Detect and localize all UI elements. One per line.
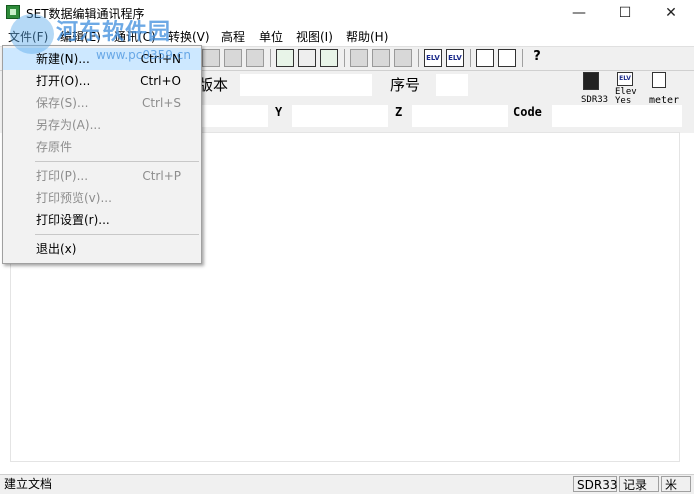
toolbar-separator xyxy=(270,49,271,67)
serial-field[interactable] xyxy=(436,74,468,96)
menu-item-label: 打印设置(r)... xyxy=(36,213,110,227)
elv-n-icon[interactable]: ELV xyxy=(446,49,464,67)
status-unit: 米 xyxy=(661,476,691,492)
menu-item-exit[interactable]: 退出(x) xyxy=(3,238,201,260)
y-field[interactable] xyxy=(292,105,388,127)
file-menu-dropdown: 新建(N)... Ctrl+N 打开(O)... Ctrl+O 保存(S)...… xyxy=(2,45,202,264)
menu-help[interactable]: 帮助(H) xyxy=(346,28,388,45)
grid-icon[interactable] xyxy=(350,49,368,67)
version-field[interactable] xyxy=(240,74,372,96)
menu-item-shortcut: Ctrl+P xyxy=(142,169,181,183)
meter-icon[interactable] xyxy=(476,49,494,67)
menu-convert[interactable]: 转换(V) xyxy=(168,28,210,45)
menu-separator xyxy=(35,234,199,235)
serial-label: 序号 xyxy=(390,76,421,94)
toolbar-separator xyxy=(470,49,471,67)
sdr-caption: SDR33 xyxy=(581,95,609,105)
menu-item-print-preview[interactable]: 打印预览(v)... xyxy=(3,187,201,209)
calc-icon[interactable] xyxy=(394,49,412,67)
close-button[interactable]: ✕ xyxy=(648,0,694,26)
menu-view[interactable]: 视图(I) xyxy=(296,28,333,45)
elv-icon[interactable]: ELV xyxy=(424,49,442,67)
grid-x-icon[interactable] xyxy=(372,49,390,67)
menu-item-print[interactable]: 打印(P)... Ctrl+P xyxy=(3,165,201,187)
code-field[interactable] xyxy=(552,105,682,127)
toolbar-separator xyxy=(344,49,345,67)
z-field[interactable] xyxy=(412,105,508,127)
maximize-button[interactable]: ☐ xyxy=(602,0,648,26)
toolbar-separator xyxy=(418,49,419,67)
menu-item-save[interactable]: 保存(S)... Ctrl+S xyxy=(3,92,201,114)
sdr-icon[interactable] xyxy=(583,72,599,90)
menu-item-print-setup[interactable]: 打印设置(r)... xyxy=(3,209,201,231)
minimize-button[interactable]: — xyxy=(556,0,602,26)
watermark-url: www.pc0359.cn xyxy=(96,48,191,62)
version-label: 版本 xyxy=(198,76,229,94)
menu-item-shortcut: Ctrl+O xyxy=(140,74,181,88)
convert-icon[interactable] xyxy=(320,49,338,67)
unit-icon[interactable] xyxy=(652,72,666,88)
x-field[interactable] xyxy=(200,105,268,127)
toolbar-separator xyxy=(522,49,523,67)
menu-item-label: 打印(P)... xyxy=(36,169,89,183)
menu-item-label: 打印预览(v)... xyxy=(36,191,112,205)
menu-item-label: 存原件 xyxy=(36,140,73,154)
app-icon[interactable] xyxy=(6,5,20,19)
import-icon[interactable] xyxy=(276,49,294,67)
export-icon[interactable] xyxy=(298,49,316,67)
code-label: Code xyxy=(513,105,542,119)
watermark-text: 河东软件园 xyxy=(56,20,172,45)
cut-icon[interactable] xyxy=(202,49,220,67)
menu-elevation[interactable]: 高程 xyxy=(221,28,245,45)
menu-item-shortcut: Ctrl+S xyxy=(141,96,181,110)
menu-item-save-as[interactable]: 另存为(A)... xyxy=(3,114,201,136)
menu-item-label: 新建(N)... xyxy=(36,52,90,66)
menu-item-label: 打开(O)... xyxy=(36,74,91,88)
watermark-logo-icon xyxy=(10,14,54,54)
status-record: 记录 xyxy=(619,476,659,492)
menu-unit[interactable]: 单位 xyxy=(259,28,283,45)
elev-icon[interactable]: ELV xyxy=(617,72,633,86)
menu-item-label: 退出(x) xyxy=(36,242,77,256)
menu-item-label: 另存为(A)... xyxy=(36,118,102,132)
paste-icon[interactable] xyxy=(246,49,264,67)
menu-item-label: 保存(S)... xyxy=(36,96,89,110)
help-icon[interactable]: ? xyxy=(528,49,546,67)
z-label: Z xyxy=(395,105,403,119)
feet-icon[interactable] xyxy=(498,49,516,67)
y-label: Y xyxy=(275,105,283,119)
menu-item-open[interactable]: 打开(O)... Ctrl+O xyxy=(3,70,201,92)
copy-icon[interactable] xyxy=(224,49,242,67)
status-message: 建立文档 xyxy=(4,477,53,491)
status-format: SDR33 xyxy=(573,476,617,492)
menu-item-save-original[interactable]: 存原件 xyxy=(3,136,201,158)
menu-separator xyxy=(35,161,199,162)
